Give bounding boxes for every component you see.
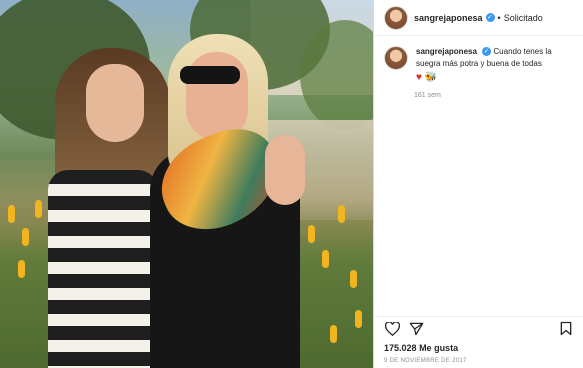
send-icon[interactable] bbox=[408, 321, 424, 337]
verified-badge-icon: ✓ bbox=[485, 13, 495, 22]
post-date: 9 DE NOVIEMBRE DE 2017 bbox=[384, 358, 467, 364]
likes-count[interactable]: 175.028 Me gusta bbox=[384, 343, 458, 353]
action-bar bbox=[374, 316, 583, 340]
caption: sangrejaponesa ✓ Cuando tenes la suegra … bbox=[374, 36, 583, 84]
likes-number: 175.028 bbox=[384, 343, 417, 353]
post-photo[interactable] bbox=[0, 0, 373, 368]
caption-username[interactable]: sangrejaponesa bbox=[416, 47, 477, 56]
likes-label: Me gusta bbox=[419, 343, 459, 353]
caption-line-1: Cuando tenes la bbox=[493, 47, 552, 56]
bookmark-icon[interactable] bbox=[558, 321, 574, 337]
caption-avatar[interactable] bbox=[384, 46, 408, 70]
username-link[interactable]: sangrejaponesa bbox=[414, 13, 483, 23]
separator-dot: • bbox=[497, 12, 501, 23]
follow-status-button[interactable]: Solicitado bbox=[504, 13, 543, 23]
caption-line-2: suegra más potra y buena de todas bbox=[416, 59, 542, 68]
caption-verified-badge-icon: ✓ bbox=[482, 47, 492, 57]
caption-timestamp[interactable]: 161 sem bbox=[414, 92, 583, 99]
avatar[interactable] bbox=[384, 5, 408, 30]
post-sidebar: sangrejaponesa ✓ • Solicitado sangrejapo… bbox=[373, 0, 583, 368]
heart-icon[interactable] bbox=[384, 321, 400, 337]
instagram-post-view: sangrejaponesa ✓ • Solicitado sangrejapo… bbox=[0, 0, 583, 368]
caption-emojis: ♥ 🐝 bbox=[416, 72, 552, 84]
post-header: sangrejaponesa ✓ • Solicitado bbox=[374, 0, 583, 36]
bee-emoji-icon: 🐝 bbox=[424, 72, 438, 83]
heart-emoji-icon: ♥ bbox=[416, 72, 422, 83]
